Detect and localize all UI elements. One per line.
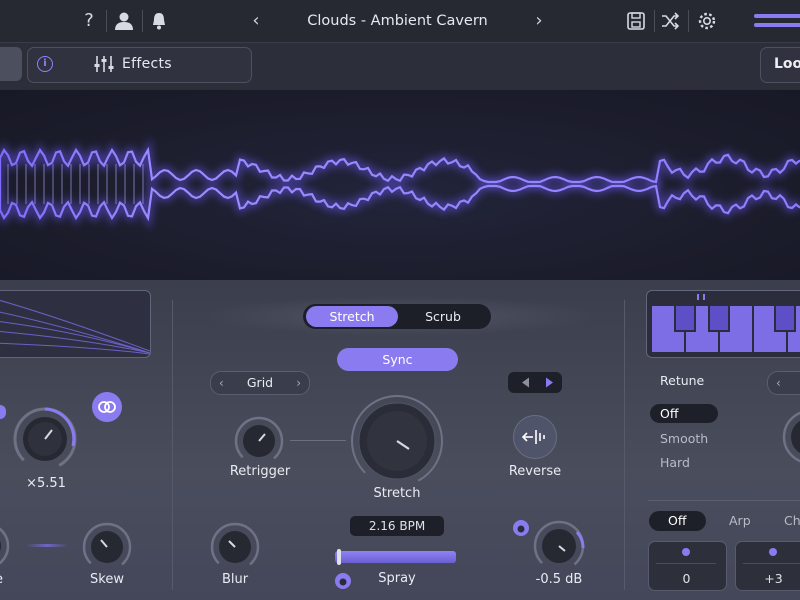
envelope-display[interactable] — [0, 290, 151, 358]
effects-label: Effects — [122, 56, 172, 72]
skew-label: Skew — [90, 572, 124, 587]
settings-button[interactable] — [696, 10, 718, 32]
blur-knob[interactable] — [208, 520, 262, 574]
divider — [106, 10, 107, 32]
question-icon: ? — [84, 10, 94, 31]
divider — [172, 300, 173, 590]
next-preset-button[interactable]: › — [529, 0, 549, 42]
partial-knob[interactable] — [0, 520, 12, 572]
retrigger-label: Retrigger — [229, 464, 291, 479]
shuffle-button[interactable] — [660, 11, 680, 31]
menu-button[interactable] — [754, 12, 800, 30]
save-icon — [627, 12, 645, 30]
voice-dot — [769, 548, 777, 556]
prev-preset-button[interactable]: ‹ — [246, 0, 266, 42]
user-icon — [115, 12, 133, 30]
link-icon — [98, 401, 116, 413]
piano-keys — [650, 294, 800, 354]
grid-selector[interactable]: ‹ Grid › — [210, 371, 310, 395]
voice-mode-chord[interactable]: Ch — [784, 513, 800, 528]
sliders-icon — [93, 53, 115, 75]
retune-option-hard[interactable]: Hard — [660, 455, 690, 470]
chevron-left-icon[interactable]: ‹ — [776, 372, 781, 394]
link-line — [26, 544, 68, 547]
mod-source-icon[interactable] — [334, 572, 352, 590]
stretch-knob[interactable] — [348, 392, 446, 490]
account-button[interactable] — [114, 11, 134, 31]
rate-readout[interactable]: 2.16 BPM — [350, 516, 444, 536]
retune-option-off[interactable]: Off — [660, 406, 678, 421]
grid-label: Grid — [246, 375, 274, 390]
multiplier-readout: ×5.51 — [26, 476, 66, 491]
keyboard-display[interactable] — [646, 290, 800, 358]
save-button[interactable] — [626, 11, 646, 31]
reverse-icon — [521, 430, 545, 444]
divider — [688, 10, 689, 32]
voice-dot — [682, 548, 690, 556]
chevron-right-icon: › — [535, 10, 543, 31]
multiplier-knob[interactable] — [10, 404, 80, 474]
chevron-right-icon[interactable]: › — [296, 372, 301, 394]
gain-readout: -0.5 dB — [535, 572, 583, 587]
gear-icon — [698, 12, 716, 30]
help-button[interactable]: ? — [76, 0, 102, 42]
divider — [142, 10, 143, 32]
partial-label: e — [0, 572, 6, 587]
voice-value-1: +3 — [764, 571, 783, 586]
divider — [648, 500, 800, 501]
retune-label: Retune — [660, 373, 705, 388]
shuffle-icon — [662, 12, 680, 30]
link-button[interactable] — [92, 392, 122, 422]
panel-tab-button[interactable] — [0, 47, 22, 81]
mod-source-icon[interactable] — [512, 519, 530, 537]
voice-mode-off[interactable]: Off — [668, 513, 686, 528]
gain-knob[interactable] — [531, 518, 587, 574]
retrigger-knob[interactable] — [232, 414, 286, 468]
divider — [656, 563, 716, 564]
connector-line — [290, 440, 346, 441]
divider — [743, 563, 800, 564]
blur-label: Blur — [221, 572, 249, 587]
retune-option-smooth[interactable]: Smooth — [660, 431, 708, 446]
sync-button[interactable]: Sync — [337, 348, 458, 371]
tab-stretch[interactable]: Stretch — [306, 306, 398, 327]
retune-selector[interactable]: ‹ — [767, 371, 800, 395]
waveform — [0, 137, 800, 231]
spray-slider[interactable] — [335, 551, 456, 563]
reverse-button[interactable] — [513, 415, 557, 459]
retune-knob[interactable] — [778, 405, 800, 469]
reverse-label: Reverse — [508, 464, 562, 479]
voice-mode-arp[interactable]: Arp — [729, 513, 751, 528]
divider — [624, 300, 625, 590]
direction-toggle[interactable] — [508, 372, 562, 393]
hamburger-icon — [754, 14, 800, 27]
notifications-button[interactable] — [150, 11, 168, 31]
chevron-left-icon: ‹ — [252, 10, 260, 31]
spray-slider-handle[interactable] — [337, 549, 341, 565]
stretch-label: Stretch — [373, 486, 421, 501]
spray-label: Spray — [378, 571, 416, 586]
preset-name[interactable]: Clouds - Ambient Cavern — [295, 0, 500, 42]
tab-scrub[interactable]: Scrub — [398, 306, 488, 327]
waveform-display[interactable] — [0, 90, 800, 280]
skew-knob[interactable] — [80, 520, 134, 574]
info-icon[interactable]: i — [37, 56, 53, 72]
divider — [654, 10, 655, 32]
voice-value-0: 0 — [682, 571, 691, 586]
bell-icon — [153, 13, 165, 30]
loop-label: Loo — [774, 56, 800, 72]
